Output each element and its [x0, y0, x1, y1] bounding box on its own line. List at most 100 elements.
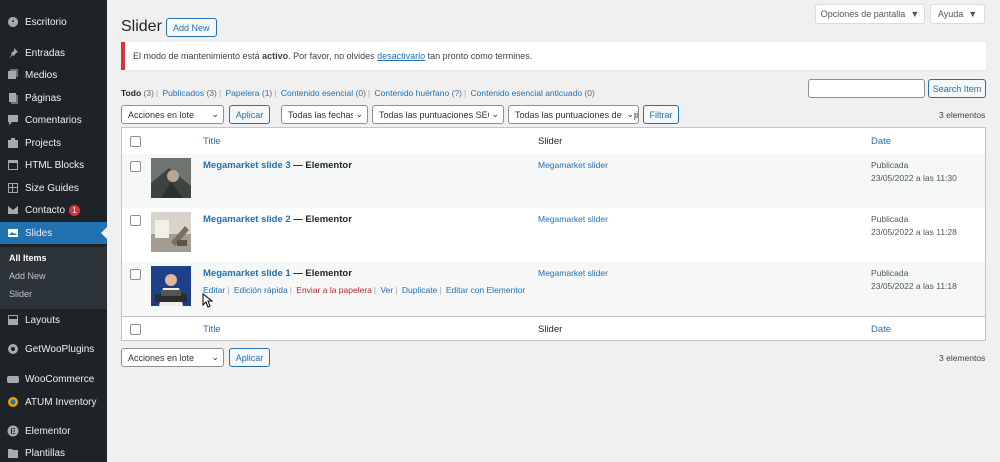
row-checkbox[interactable] [130, 269, 141, 280]
view-trash[interactable]: Papelera [225, 88, 259, 98]
date-filter-select[interactable]: Todas las fechas ⌄ [281, 105, 368, 124]
table-icon [7, 182, 19, 194]
view-all[interactable]: Todo [121, 88, 141, 98]
column-date[interactable]: Date [871, 324, 891, 335]
row-state: — Elementor [290, 214, 352, 225]
sidebar-item-paginas[interactable]: Páginas [0, 87, 107, 109]
deactivate-link[interactable]: desactivarlo [377, 51, 425, 61]
media-icon [7, 69, 19, 81]
sidebar-item-getwooplugins[interactable]: GetWooPlugins [0, 338, 107, 360]
sidebar-item-woocommerce[interactable]: WooCommerce [0, 368, 107, 390]
view-stale-cornerstone[interactable]: Contenido esencial anticuado [471, 88, 583, 98]
pin-icon [7, 47, 19, 59]
row-checkbox[interactable] [130, 161, 141, 172]
slides-icon [7, 227, 19, 239]
sidebar-item-escritorio[interactable]: Escritorio [0, 11, 107, 33]
elementor-icon [7, 425, 19, 437]
sidebar-item-plantillas[interactable]: Plantillas [0, 442, 107, 462]
sidebar-item-label: WooCommerce [25, 373, 95, 385]
sidebar-item-medios[interactable]: Medios [0, 64, 107, 86]
quick-edit-link[interactable]: Edición rápida [234, 285, 288, 295]
view-cornerstone[interactable]: Contenido esencial [281, 88, 353, 98]
view-published[interactable]: Publicados [163, 88, 205, 98]
row-title-link[interactable]: Megamarket slide 1 [203, 268, 291, 279]
sidebar-item-size-guides[interactable]: Size Guides [0, 177, 107, 199]
search-input[interactable] [808, 79, 925, 98]
items-count: 3 elementos [939, 110, 986, 120]
table-row: Megamarket slide 2 — Elementor Megamarke… [122, 208, 985, 262]
caret-down-icon: ▼ [910, 9, 920, 19]
page-title: Slider [121, 18, 162, 35]
search-button[interactable]: Search Item [928, 79, 986, 98]
status-filter-links: Todo (3) | Publicados (3) | Papelera (1) | … [121, 88, 595, 98]
bulk-action-select-bottom[interactable]: Acciones en lote ⌄ [121, 348, 224, 367]
add-new-button[interactable]: Add New [166, 18, 217, 37]
plugin-icon [7, 343, 19, 355]
table-row: Megamarket slide 1 — Elementor Editar | E… [122, 262, 985, 316]
submenu-add-new[interactable]: Add New [9, 271, 46, 281]
sidebar-item-layouts[interactable]: Layouts [0, 309, 107, 331]
portfolio-icon [7, 137, 19, 149]
table-footer: Title Slider Date [122, 316, 985, 343]
sidebar-item-slides[interactable]: Slides [0, 222, 107, 244]
apply-button[interactable]: Aplicar [229, 105, 270, 124]
duplicate-link[interactable]: Duplicate [402, 285, 437, 295]
sidebar-item-label: Projects [25, 137, 62, 149]
column-title[interactable]: Title [203, 136, 221, 147]
view-orphaned[interactable]: Contenido huérfano [375, 88, 450, 98]
sidebar-item-atum-inventory[interactable]: ATUM Inventory [0, 391, 107, 413]
submenu-slider[interactable]: Slider [9, 289, 32, 299]
notification-badge: 1 [69, 204, 81, 216]
slide-thumbnail[interactable] [151, 158, 191, 198]
select-value: Acciones en lote [128, 109, 195, 120]
mail-icon [7, 204, 19, 216]
row-state: — Elementor [290, 268, 352, 279]
notice-text: tan pronto como termines. [425, 51, 533, 61]
slide-thumbnail[interactable] [151, 266, 191, 306]
table-row: Megamarket slide 3 — Elementor Megamarke… [122, 154, 985, 208]
edit-with-elementor-link[interactable]: Editar con Elementor [446, 285, 525, 295]
trash-link[interactable]: Enviar a la papelera [296, 285, 372, 295]
row-checkbox[interactable] [130, 215, 141, 226]
filter-button[interactable]: Filtrar [643, 105, 679, 124]
readability-filter-select[interactable]: Todas las puntuaciones de legibilidad⌄ [508, 105, 639, 124]
apply-button-bottom[interactable]: Aplicar [229, 348, 270, 367]
help-tab[interactable]: Ayuda ▼ [930, 4, 985, 24]
sidebar-item-comentarios[interactable]: Comentarios [0, 109, 107, 131]
select-all-checkbox[interactable] [130, 136, 141, 147]
sidebar-item-projects[interactable]: Projects [0, 132, 107, 154]
sidebar-item-label: HTML Blocks [25, 159, 85, 171]
admin-sidebar: Escritorio Entradas Medios Páginas Comen… [0, 0, 107, 462]
view-link[interactable]: Ver [380, 285, 393, 295]
layout-icon [7, 314, 19, 326]
view-count: (0) [355, 88, 366, 98]
row-date: 23/05/2022 a las 11:18 [871, 281, 957, 291]
sidebar-item-elementor[interactable]: Elementor [0, 420, 107, 442]
sidebar-item-label: Escritorio [25, 16, 67, 28]
sidebar-item-entradas[interactable]: Entradas [0, 42, 107, 64]
row-slider-link[interactable]: Megamarket slider [538, 214, 608, 224]
atum-icon [7, 396, 19, 408]
sidebar-item-label: Comentarios [25, 114, 82, 126]
row-slider-link[interactable]: Megamarket slider [538, 268, 608, 278]
chevron-down-icon: ⌄ [489, 109, 499, 120]
sidebar-item-label: Entradas [25, 47, 66, 59]
sidebar-item-label: Slides [25, 227, 53, 239]
sidebar-item-label: Size Guides [25, 182, 79, 194]
notice-text: El modo de mantenimiento está [133, 51, 263, 61]
column-title[interactable]: Title [203, 324, 221, 335]
bulk-action-select[interactable]: Acciones en lote ⌄ [121, 105, 224, 124]
sidebar-item-label: Elementor [25, 425, 71, 437]
sidebar-item-contacto[interactable]: Contacto 1 [0, 199, 107, 221]
column-date[interactable]: Date [871, 136, 891, 147]
row-date: 23/05/2022 a las 11:30 [871, 173, 957, 183]
slide-thumbnail[interactable] [151, 212, 191, 252]
row-slider-link[interactable]: Megamarket slider [538, 160, 608, 170]
row-title-link[interactable]: Megamarket slide 2 [203, 214, 291, 225]
row-title-link[interactable]: Megamarket slide 3 [203, 160, 291, 171]
sidebar-item-html-blocks[interactable]: HTML Blocks [0, 154, 107, 176]
submenu-all-items[interactable]: All Items [9, 253, 47, 263]
screen-options-tab[interactable]: Opciones de pantalla ▼ [815, 4, 925, 24]
seo-filter-select[interactable]: Todas las puntuaciones SEO ⌄ [372, 105, 504, 124]
select-all-checkbox[interactable] [130, 324, 141, 335]
